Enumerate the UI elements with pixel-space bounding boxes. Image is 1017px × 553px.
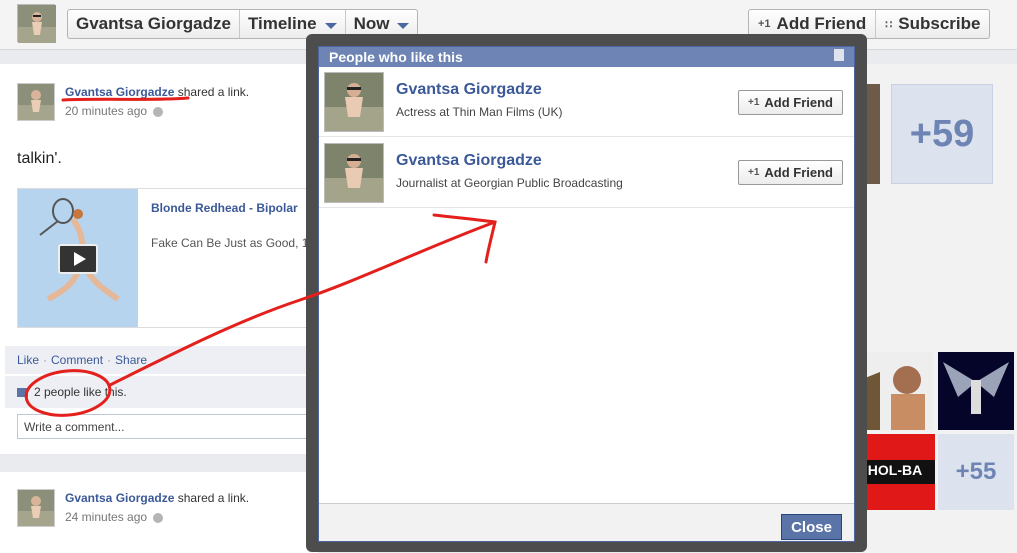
liker-row: Gvantsa Giorgadze Journalist at Georgian… xyxy=(319,138,854,208)
share-link[interactable]: Share xyxy=(115,353,147,367)
story-timestamp[interactable]: 20 minutes ago xyxy=(65,104,164,118)
globe-icon[interactable] xyxy=(153,512,164,523)
play-icon[interactable] xyxy=(58,244,98,274)
link-title[interactable]: Blonde Redhead - Bipolar xyxy=(151,201,298,215)
liker-avatar[interactable] xyxy=(324,72,384,132)
breadcrumb-label: Now xyxy=(353,14,390,33)
story-author-line: Gvantsa Giorgadze shared a link. xyxy=(65,85,249,99)
dialog-title: People who like this xyxy=(329,49,463,65)
author-avatar[interactable] xyxy=(17,83,55,121)
avatar-image xyxy=(18,5,56,43)
banner-band xyxy=(855,484,935,510)
banner-band xyxy=(855,434,935,460)
author-avatar[interactable] xyxy=(17,489,55,527)
breadcrumb-label: Gvantsa Giorgadze xyxy=(76,14,231,33)
add-friend-button[interactable]: +1 Add Friend xyxy=(738,90,843,115)
liker-name[interactable]: Gvantsa Giorgadze xyxy=(396,152,542,170)
story-card: Gvantsa Giorgadze shared a link. 20 minu… xyxy=(0,64,318,454)
add-friend-icon: +1 xyxy=(747,97,760,108)
add-friend-label: Add Friend xyxy=(776,14,867,33)
story-action: shared a link. xyxy=(177,85,250,99)
add-friend-label: Add Friend xyxy=(764,165,833,180)
story-author-line: Gvantsa Giorgadze shared a link. xyxy=(65,491,249,505)
liker-avatar[interactable] xyxy=(324,143,384,203)
link-description: Fake Can Be Just as Good, 19 xyxy=(151,236,316,250)
dialog-footer: Close xyxy=(319,503,854,541)
likes-dialog: People who like this Gvantsa Giorgadze A… xyxy=(306,34,867,552)
friend-photo[interactable]: HOL-BA xyxy=(855,434,935,510)
story-action: shared a link. xyxy=(177,491,250,505)
likes-count-link[interactable]: 2 people like this. xyxy=(34,385,127,399)
story-card: Gvantsa Giorgadze shared a link. 24 minu… xyxy=(0,472,318,553)
thumbs-up-icon xyxy=(17,388,28,397)
separator-dot: · xyxy=(107,353,112,367)
subscribe-label: Subscribe xyxy=(898,14,981,33)
dialog-title-bar: People who like this xyxy=(319,47,854,67)
likes-summary: 2 people like this. xyxy=(5,376,318,408)
story-timestamp[interactable]: 24 minutes ago xyxy=(65,510,164,524)
comment-input[interactable]: Write a comment... xyxy=(17,414,318,439)
avatar-image xyxy=(325,73,383,131)
chevron-down-icon xyxy=(397,22,410,29)
more-photos-count[interactable]: +59 xyxy=(891,84,993,184)
author-link[interactable]: Gvantsa Giorgadze xyxy=(65,491,174,505)
add-friend-label: Add Friend xyxy=(764,95,833,110)
comment-link[interactable]: Comment xyxy=(51,353,103,367)
avatar-image xyxy=(325,144,383,202)
profile-avatar[interactable] xyxy=(17,4,56,43)
timestamp-text: 20 minutes ago xyxy=(65,104,148,118)
avatar-image xyxy=(18,84,54,120)
rss-icon: ∷ xyxy=(885,18,893,31)
liker-name[interactable]: Gvantsa Giorgadze xyxy=(396,81,542,99)
avatar-image xyxy=(18,490,54,526)
subscribe-button[interactable]: ∷ Subscribe xyxy=(876,10,989,38)
author-link[interactable]: Gvantsa Giorgadze xyxy=(65,85,174,99)
liker-row: Gvantsa Giorgadze Actress at Thin Man Fi… xyxy=(319,67,854,137)
timestamp-text: 24 minutes ago xyxy=(65,510,148,524)
close-button[interactable]: Close xyxy=(781,514,842,540)
breadcrumb-label: Timeline xyxy=(247,14,317,33)
post-text: talkin'. xyxy=(17,150,62,167)
story-separator xyxy=(0,454,318,472)
liker-subtitle: Actress at Thin Man Films (UK) xyxy=(396,105,563,119)
add-friend-icon: +1 xyxy=(758,18,771,30)
shared-link-card[interactable]: Blonde Redhead - Bipolar Fake Can Be Jus… xyxy=(17,188,318,328)
separator-dot: · xyxy=(43,353,48,367)
add-friend-icon: +1 xyxy=(747,167,760,178)
story-actions-bar: Like · Comment · Share xyxy=(5,346,318,374)
dialog-body: People who like this Gvantsa Giorgadze A… xyxy=(318,46,855,542)
friend-photo-image xyxy=(938,352,1014,430)
globe-icon[interactable] xyxy=(153,106,164,117)
close-icon[interactable] xyxy=(834,49,844,61)
chevron-down-icon xyxy=(324,22,337,29)
liker-subtitle: Journalist at Georgian Public Broadcasti… xyxy=(396,176,623,190)
banner-text: HOL-BA xyxy=(867,462,923,478)
breadcrumb-profile-name[interactable]: Gvantsa Giorgadze xyxy=(68,10,240,38)
friend-photo[interactable] xyxy=(938,352,1014,430)
like-link[interactable]: Like xyxy=(17,353,39,367)
video-thumbnail[interactable] xyxy=(18,189,138,327)
add-friend-button[interactable]: +1 Add Friend xyxy=(738,160,843,185)
more-friends-count[interactable]: +55 xyxy=(938,434,1014,510)
timeline-feed: Gvantsa Giorgadze shared a link. 20 minu… xyxy=(0,64,318,553)
